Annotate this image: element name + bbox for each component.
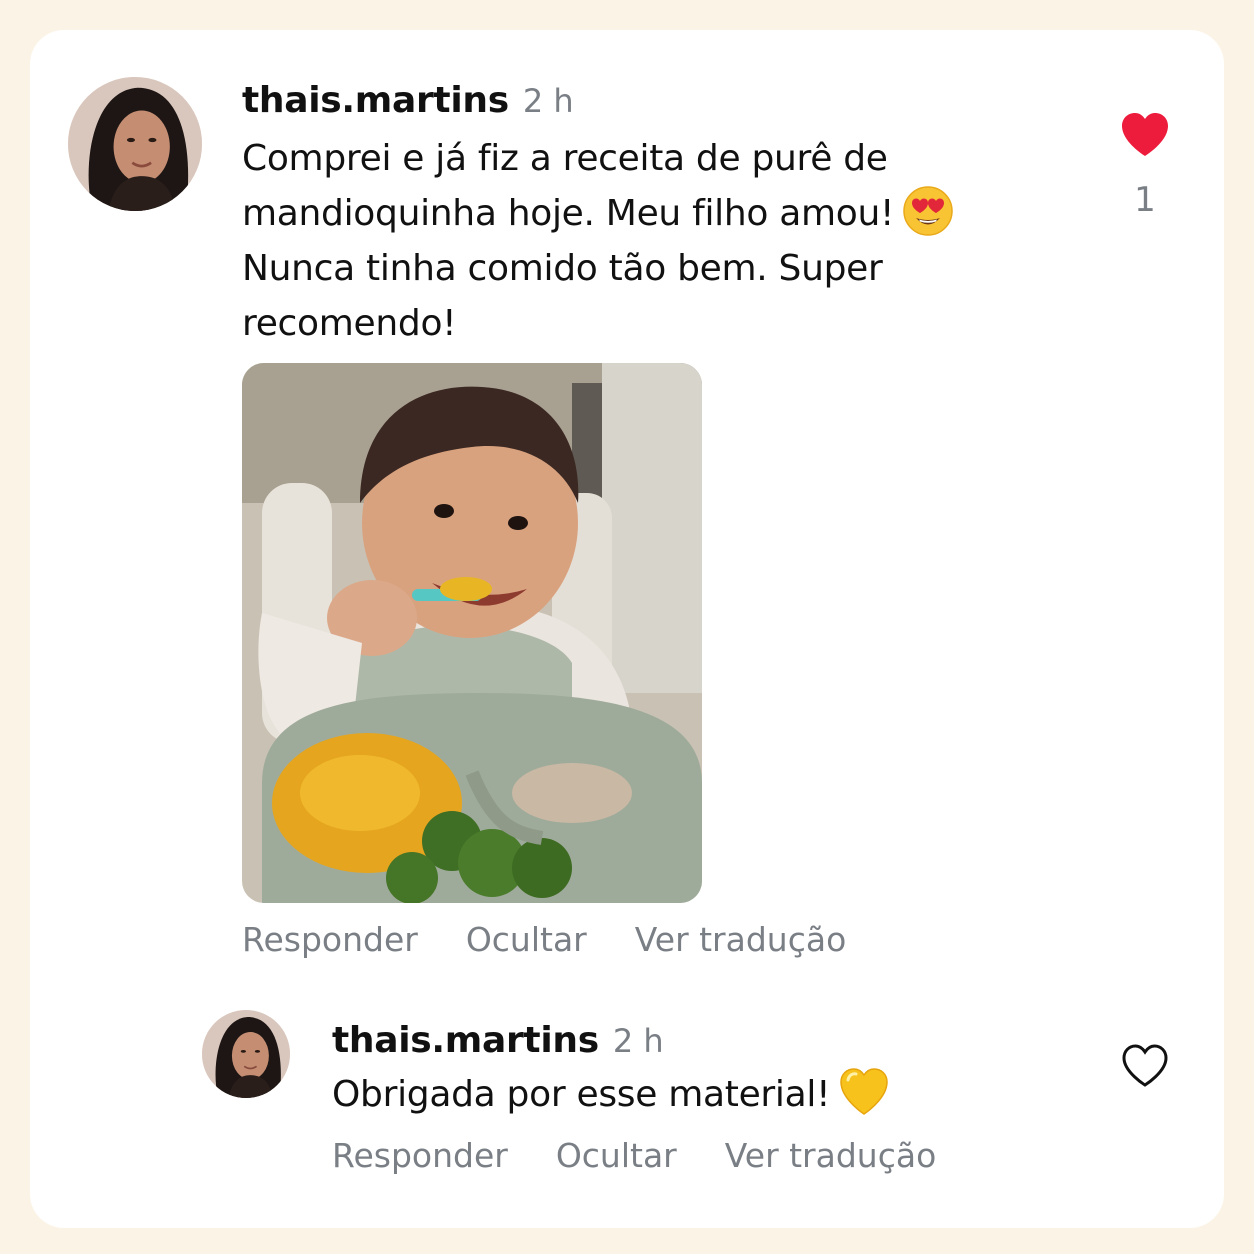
translate-button[interactable]: Ver tradução: [635, 920, 847, 959]
like-button[interactable]: [1120, 112, 1170, 158]
comment-photo[interactable]: [242, 363, 702, 903]
hide-button[interactable]: Ocultar: [466, 920, 587, 959]
avatar-photo: [68, 77, 202, 211]
reply-timestamp: 2 h: [612, 1022, 664, 1060]
reply-header: thais.martins 2 h: [332, 1020, 664, 1061]
reply-user-avatar[interactable]: [202, 1010, 290, 1098]
heart-outline-icon: [1122, 1044, 1168, 1087]
reply-like-button[interactable]: [1120, 1043, 1170, 1089]
avatar-photo: [202, 1010, 290, 1098]
comment-header: thais.martins 2 h: [242, 80, 574, 121]
reply-username[interactable]: thais.martins: [332, 1020, 599, 1061]
reply-hide-button[interactable]: Ocultar: [556, 1136, 677, 1175]
reply-reply-button[interactable]: Responder: [332, 1136, 508, 1175]
comment-text-part-2: Nunca tinha comido tão bem. Super recome…: [242, 248, 883, 344]
yellow-heart-emoji-icon: [838, 1066, 890, 1118]
comment-actions: Responder Ocultar Ver tradução: [242, 920, 894, 959]
reply-translate-button[interactable]: Ver tradução: [725, 1136, 937, 1175]
baby-eating-photo: [242, 363, 702, 903]
like-count: 1: [1134, 180, 1156, 220]
heart-filled-icon: [1122, 113, 1168, 156]
timestamp: 2 h: [522, 82, 574, 120]
reply-button[interactable]: Responder: [242, 920, 418, 959]
reply-actions: Responder Ocultar Ver tradução: [332, 1136, 984, 1175]
reply-text-content: Obrigada por esse material!: [332, 1074, 831, 1115]
comment-card: thais.martins 2 h Comprei e já fiz a rece…: [30, 30, 1224, 1228]
username[interactable]: thais.martins: [242, 80, 509, 121]
reply-text: Obrigada por esse material!: [332, 1067, 1092, 1122]
heart-eyes-emoji-icon: [902, 185, 954, 237]
comment-text: Comprei e já fiz a receita de purê de ma…: [242, 131, 1042, 351]
user-avatar[interactable]: [68, 77, 202, 211]
comment-text-part-1: Comprei e já fiz a receita de purê de ma…: [242, 138, 895, 234]
